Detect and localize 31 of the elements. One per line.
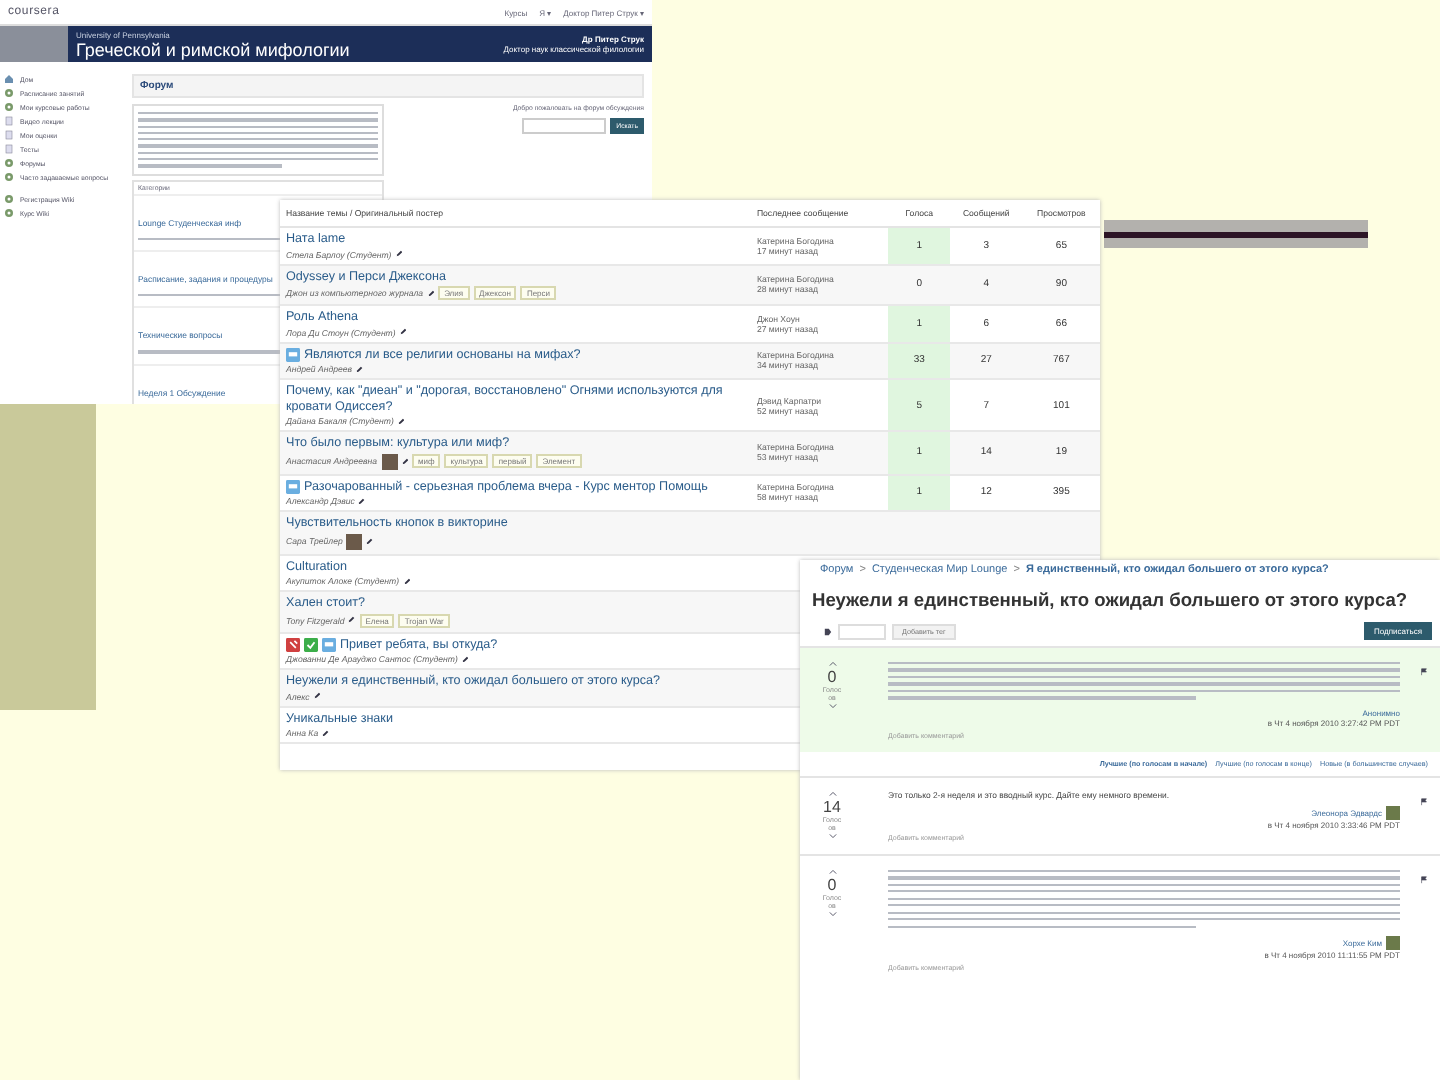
pencil-icon (356, 365, 363, 373)
pencil-icon (401, 457, 408, 465)
pencil-icon (395, 250, 403, 258)
pencil-icon (366, 537, 374, 545)
flag-icon (1420, 797, 1428, 806)
tag-icon (824, 627, 832, 635)
photo-placeholder (0, 26, 68, 62)
pencil-icon (399, 328, 407, 336)
pencil-icon (348, 616, 356, 624)
flag-icon (1420, 668, 1428, 676)
search-field[interactable] (522, 118, 607, 134)
pencil-icon (403, 577, 411, 585)
course-title: Греческой и римской мифологии (76, 39, 352, 59)
check-icon (304, 638, 318, 652)
pencil-icon (358, 497, 366, 505)
pencil-icon (461, 655, 469, 663)
thread-title: Неужели я единственный, кто ожидал большего от этого курса? (810, 588, 1410, 614)
pencil-icon (397, 417, 405, 425)
pin-icon (286, 638, 300, 652)
vote-count: 14 (823, 797, 841, 816)
vote-count: 0 (827, 668, 837, 686)
chat-bubble-icon (286, 348, 300, 362)
vote-count: 0 (827, 875, 837, 894)
chat-bubble-icon (322, 638, 336, 652)
tag-field[interactable] (838, 623, 886, 639)
house-icon (4, 74, 14, 85)
flag-icon (1420, 875, 1428, 884)
pencil-icon (322, 729, 330, 737)
pencil-icon (427, 289, 435, 297)
chat-bubble-icon (286, 480, 300, 494)
pencil-icon (313, 692, 321, 700)
